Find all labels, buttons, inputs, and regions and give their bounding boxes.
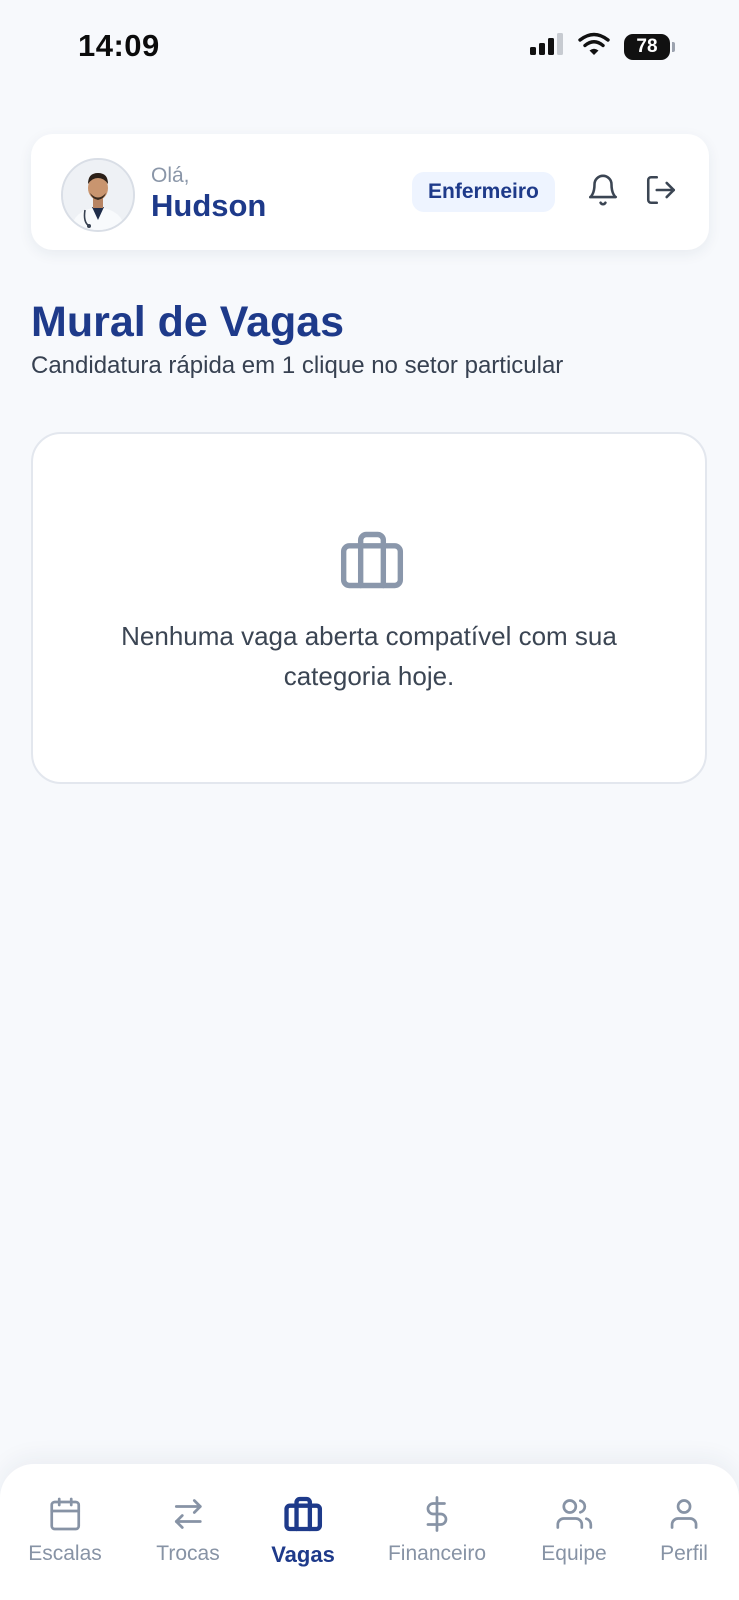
nav-item-equipe[interactable]: Equipe [541,1494,607,1566]
empty-state-message: Nenhuma vaga aberta compatível com sua c… [121,621,617,691]
nav-label: Vagas [271,1542,335,1567]
battery-level: 78 [624,33,670,60]
nav-item-vagas[interactable]: Vagas [271,1494,335,1568]
nav-item-perfil[interactable]: Perfil [660,1494,708,1566]
battery-icon: 78 [624,33,675,60]
empty-state-card: Nenhuma vaga aberta compatível com sua c… [31,432,707,784]
status-icons: 78 [530,32,675,61]
avatar[interactable] [61,158,135,232]
nav-label: Financeiro [387,1542,487,1565]
nav-item-escalas[interactable]: Escalas [28,1494,102,1566]
nav-label: Equipe [541,1542,607,1565]
page-title: Mural de Vagas [31,298,345,346]
logout-icon [644,173,678,212]
calendar-icon [45,1494,85,1534]
dollar-icon [417,1494,457,1534]
user-icon [664,1494,704,1534]
nav-label: Perfil [660,1542,708,1565]
user-name: Hudson [151,188,267,223]
status-bar: 14:09 78 [0,0,739,100]
nav-label: Trocas [156,1542,220,1565]
wifi-icon [578,32,610,61]
page-subtitle: Candidatura rápida em 1 clique no setor … [31,352,564,379]
users-icon [554,1494,594,1534]
bell-icon [586,172,620,213]
logout-button[interactable] [641,172,681,212]
bottom-nav: Escalas Trocas Vagas Financeiro Equipe P… [0,1464,739,1600]
nav-item-financeiro[interactable]: Financeiro [388,1494,486,1566]
greeting-text: Olá, [151,164,190,187]
briefcase-icon [283,1494,323,1534]
nav-label: Escalas [28,1542,102,1565]
nav-item-trocas[interactable]: Trocas [156,1494,220,1566]
cellular-signal-icon [530,33,564,60]
status-time: 14:09 [78,28,160,63]
header-card: Olá, Hudson Enfermeiro [31,134,709,250]
role-badge: Enfermeiro [412,172,555,212]
notifications-button[interactable] [583,172,623,212]
swap-arrows-icon [168,1494,208,1534]
briefcase-icon [338,526,406,594]
